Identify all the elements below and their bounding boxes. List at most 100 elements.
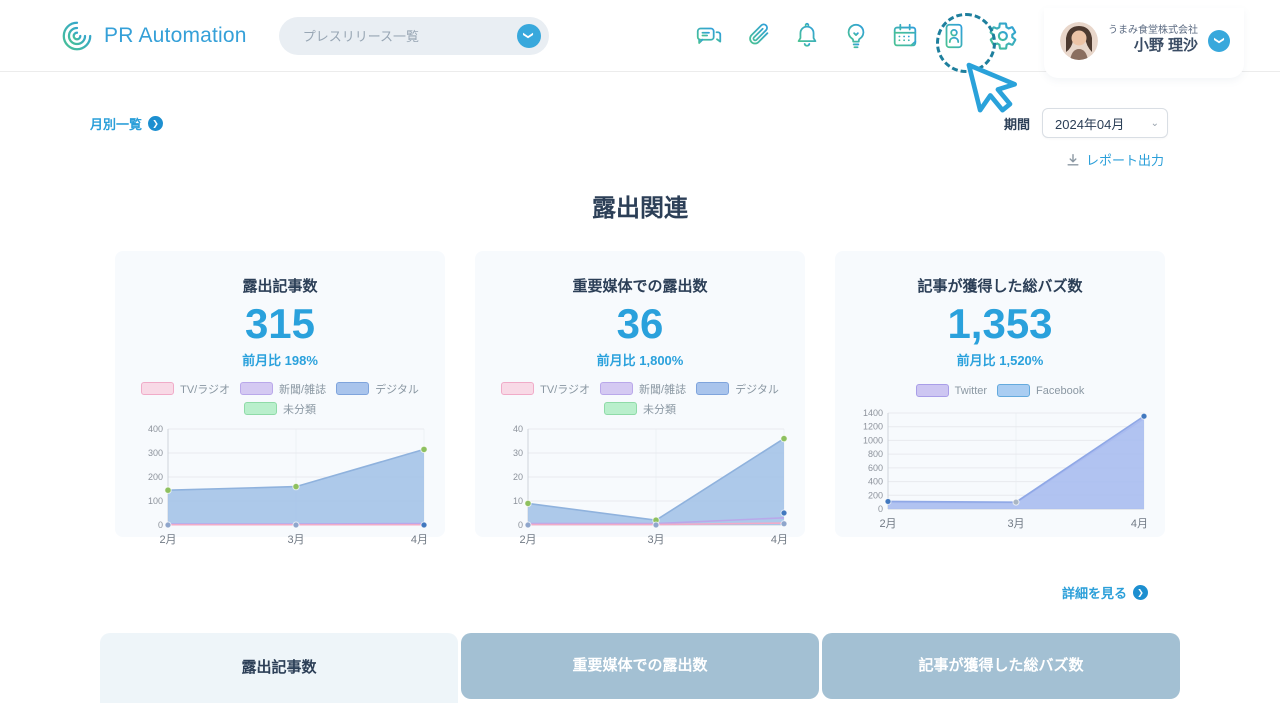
- svg-text:4月: 4月: [411, 534, 428, 546]
- bell-icon[interactable]: [792, 21, 822, 51]
- page-select-value: プレスリリース一覧: [303, 26, 517, 45]
- legend-label: デジタル: [735, 381, 779, 397]
- details-row: 詳細を見る ❯: [0, 583, 1148, 603]
- chevron-down-icon: ⌄: [1151, 118, 1159, 129]
- avatar: [1060, 22, 1098, 60]
- legend-item: デジタル: [696, 381, 779, 397]
- toolbar: 月別一覧 ❯ 期間 2024年04月 ⌄: [90, 108, 1168, 138]
- legend-swatch: [600, 382, 633, 395]
- legend-item: 未分類: [604, 401, 676, 417]
- logo-text: PR Automation: [104, 24, 247, 48]
- bottom-tabs: 露出記事数 重要媒体での露出数 記事が獲得した総バズ数: [100, 633, 1180, 703]
- svg-text:400: 400: [148, 424, 163, 434]
- legend-item: 新聞/雑誌: [240, 381, 326, 397]
- tab-total-buzz[interactable]: 記事が獲得した総バズ数: [822, 633, 1180, 699]
- legend-swatch: [501, 382, 534, 395]
- report-export-label: レポート出力: [1086, 150, 1164, 169]
- legend-label: 未分類: [643, 401, 676, 417]
- svg-text:100: 100: [148, 496, 163, 506]
- svg-text:4月: 4月: [1131, 518, 1148, 530]
- legend-label: デジタル: [375, 381, 419, 397]
- user-menu[interactable]: うまみ食堂株式会社 小野 理沙 ❯: [1044, 8, 1244, 78]
- legend-item: デジタル: [336, 381, 419, 397]
- legend-label: Facebook: [1036, 385, 1084, 397]
- svg-text:3月: 3月: [647, 534, 664, 546]
- area-chart: 01002003004002月3月4月: [115, 421, 445, 549]
- user-texts: うまみ食堂株式会社 小野 理沙: [1108, 25, 1198, 56]
- user-name: 小野 理沙: [1108, 37, 1198, 56]
- exposure-articles-chart: TV/ラジオ新聞/雑誌デジタル未分類 01002003004002月3月4月: [115, 381, 445, 549]
- legend-label: 新聞/雑誌: [279, 381, 326, 397]
- svg-text:2月: 2月: [159, 534, 176, 546]
- gear-icon[interactable]: [988, 21, 1018, 51]
- legend-item: TV/ラジオ: [141, 381, 230, 397]
- svg-text:3月: 3月: [1007, 518, 1024, 530]
- legend-swatch: [604, 402, 637, 415]
- legend-swatch: [696, 382, 729, 395]
- svg-text:600: 600: [868, 463, 883, 473]
- legend-label: TV/ラジオ: [540, 381, 590, 397]
- period-group: 期間 2024年04月 ⌄: [1004, 108, 1168, 138]
- section-title: 露出関連: [0, 188, 1280, 223]
- svg-text:10: 10: [513, 496, 523, 506]
- chat-icon[interactable]: [694, 21, 724, 51]
- legend-label: Twitter: [955, 385, 987, 397]
- legend-swatch: [916, 384, 949, 397]
- card-value: 36: [475, 300, 805, 348]
- svg-text:1000: 1000: [863, 435, 883, 445]
- header: PR Automation プレスリリース一覧 ❯: [0, 0, 1280, 72]
- card-mom-change: 前月比 1,800%: [475, 350, 805, 369]
- tab-key-media-exposure[interactable]: 重要媒体での露出数: [461, 633, 819, 699]
- area-chart: 0102030402月3月4月: [475, 421, 805, 549]
- card-mom-change: 前月比 198%: [115, 350, 445, 369]
- card-key-media-exposure: 重要媒体での露出数 36 前月比 1,800% TV/ラジオ 新聞/雑誌 デジタル未…: [475, 251, 805, 537]
- svg-text:200: 200: [148, 472, 163, 482]
- legend-item: TV/ラジオ: [501, 381, 590, 397]
- card-title: 重要媒体での露出数: [475, 275, 805, 296]
- arrow-right-icon: ❯: [148, 116, 163, 131]
- user-company: うまみ食堂株式会社: [1108, 25, 1198, 38]
- svg-text:30: 30: [513, 448, 523, 458]
- svg-text:0: 0: [158, 520, 163, 530]
- arrow-right-icon: ❯: [1133, 585, 1148, 600]
- lightbulb-icon[interactable]: [841, 21, 871, 51]
- report-export-link[interactable]: レポート出力: [1066, 150, 1164, 169]
- monthly-list-link[interactable]: 月別一覧 ❯: [90, 114, 163, 133]
- report-row: レポート出力: [0, 150, 1164, 172]
- card-value: 1,353: [835, 300, 1165, 348]
- legend-label: 新聞/雑誌: [639, 381, 686, 397]
- svg-text:800: 800: [868, 449, 883, 459]
- monthly-list-label: 月別一覧: [90, 114, 142, 133]
- area-chart: 02004006008001000120014002月3月4月: [835, 405, 1165, 533]
- header-icon-row: [694, 21, 1018, 51]
- period-select[interactable]: 2024年04月 ⌄: [1042, 108, 1168, 138]
- svg-text:20: 20: [513, 472, 523, 482]
- see-details-link[interactable]: 詳細を見る ❯: [1062, 583, 1148, 602]
- chevron-down-icon: ❯: [1208, 30, 1230, 52]
- svg-text:300: 300: [148, 448, 163, 458]
- app-logo[interactable]: PR Automation: [60, 19, 247, 53]
- svg-text:0: 0: [878, 504, 883, 514]
- card-value: 315: [115, 300, 445, 348]
- card-exposure-articles: 露出記事数 315 前月比 198% TV/ラジオ新聞/雑誌デジタル未分類 01…: [115, 251, 445, 537]
- svg-text:2月: 2月: [519, 534, 536, 546]
- chart-legend: TV/ラジオ 新聞/雑誌 デジタル未分類: [499, 381, 781, 417]
- page-select-dropdown[interactable]: プレスリリース一覧 ❯: [279, 17, 549, 55]
- card-mom-change: 前月比 1,520%: [835, 350, 1165, 369]
- period-value: 2024年04月: [1055, 114, 1151, 133]
- svg-text:200: 200: [868, 490, 883, 500]
- legend-item: Twitter: [916, 384, 987, 397]
- calendar-icon[interactable]: [890, 21, 920, 51]
- legend-label: TV/ラジオ: [180, 381, 230, 397]
- legend-swatch: [244, 402, 277, 415]
- kpi-cards: 露出記事数 315 前月比 198% TV/ラジオ新聞/雑誌デジタル未分類 01…: [0, 251, 1280, 537]
- chevron-down-icon: ❯: [517, 24, 541, 48]
- total-buzz-chart: TwitterFacebook 020040060080010001200140…: [835, 381, 1165, 533]
- legend-swatch: [141, 382, 174, 395]
- logo-spiral-icon: [60, 19, 94, 53]
- contact-icon[interactable]: [939, 21, 969, 51]
- svg-text:4月: 4月: [771, 534, 788, 546]
- svg-text:0: 0: [518, 520, 523, 530]
- paperclip-icon[interactable]: [743, 21, 773, 51]
- tab-exposure-articles[interactable]: 露出記事数: [100, 633, 458, 703]
